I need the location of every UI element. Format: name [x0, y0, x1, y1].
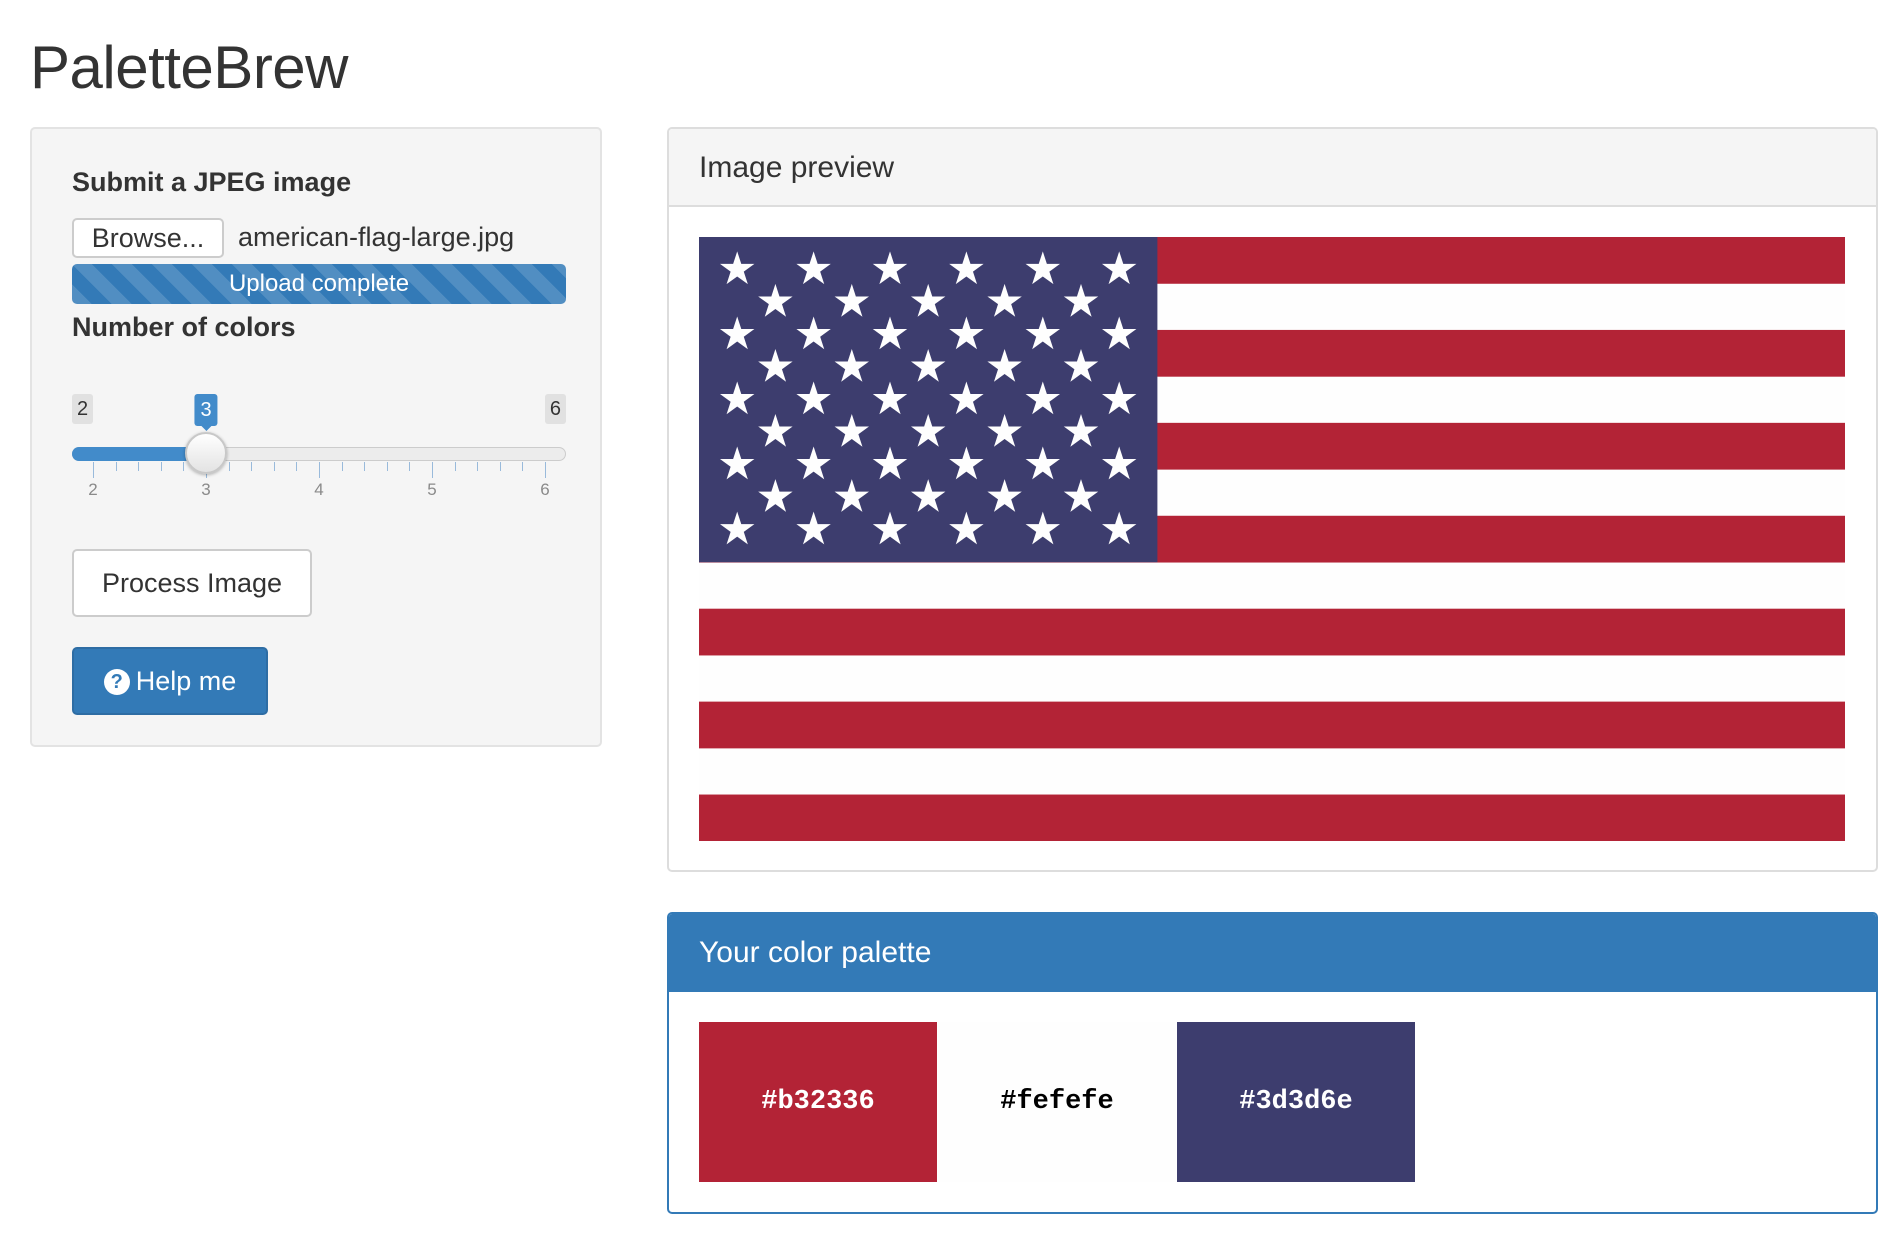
slider-minor-tick: [364, 462, 366, 471]
swatch-1: #b32336: [699, 1022, 937, 1182]
process-image-button[interactable]: Process Image: [72, 549, 312, 617]
flag-red-stripe: [699, 701, 1845, 749]
slider-major-tick: [545, 462, 546, 478]
slider-minor-tick: [273, 462, 275, 471]
image-preview-heading: Image preview: [669, 129, 1876, 207]
slider-tick-label: 3: [201, 480, 211, 499]
swatch-3: #3d3d6e: [1177, 1022, 1415, 1182]
slider-tick-label: 5: [427, 480, 437, 499]
flag-red-stripe: [699, 608, 1845, 656]
help-button-label: Help me: [135, 666, 237, 696]
slider-max-label: 6: [544, 394, 566, 424]
slider-value-label: 3: [194, 394, 218, 431]
color-palette-title: Your color palette: [699, 936, 932, 969]
color-palette-panel: Your color palette #b32336 #fefefe #3d3d…: [667, 912, 1878, 1214]
num-colors-slider[interactable]: 2 6 3 2 3 4 5 6: [72, 394, 566, 504]
slider-minor-tick: [115, 462, 117, 471]
slider-min-label: 2: [72, 394, 94, 424]
slider-minor-tick: [160, 462, 162, 471]
upload-progress-text: Upload complete: [228, 270, 410, 297]
file-name-field: american-flag-large.jpg: [238, 222, 515, 252]
slider-minor-tick: [499, 462, 501, 471]
image-preview-title: Image preview: [699, 151, 895, 184]
slider-minor-tick: [296, 462, 298, 471]
color-palette-heading: Your color palette: [669, 914, 1876, 992]
slider-major-tick: [432, 462, 433, 478]
upload-label: Submit a JPEG image: [72, 167, 352, 197]
slider-tick-label: 6: [540, 480, 550, 499]
question-circle-icon: ?: [103, 669, 130, 695]
slider-tick-label: 2: [88, 480, 98, 499]
browse-button[interactable]: Browse...: [72, 218, 224, 258]
slider-minor-tick: [386, 462, 388, 471]
slider-minor-tick: [522, 462, 524, 471]
slider-minor-tick: [454, 462, 456, 471]
slider-minor-tick: [477, 462, 479, 471]
flag-image: [699, 237, 1845, 841]
slider-minor-tick: [409, 462, 411, 471]
slider-minor-tick: [341, 462, 343, 471]
flag-red-stripe: [699, 794, 1845, 841]
app-title: PaletteBrew: [30, 34, 349, 101]
sidebar-panel: Submit a JPEG image Browse... american-f…: [30, 127, 602, 747]
slider-handle[interactable]: [185, 432, 227, 474]
slider-minor-tick: [251, 462, 253, 471]
num-colors-label: Number of colors: [72, 312, 296, 342]
help-button[interactable]: ? Help me: [72, 647, 268, 715]
slider-minor-tick: [183, 462, 185, 471]
slider-tick-label: 4: [314, 480, 324, 499]
slider-minor-tick: [138, 462, 140, 471]
slider-minor-tick: [228, 462, 230, 471]
slider-major-tick: [319, 462, 320, 478]
slider-major-tick: [93, 462, 94, 478]
image-preview-panel: Image preview: [667, 127, 1878, 872]
upload-progress-bar: Upload complete: [72, 264, 566, 304]
swatch-2: #fefefe: [938, 1022, 1176, 1182]
